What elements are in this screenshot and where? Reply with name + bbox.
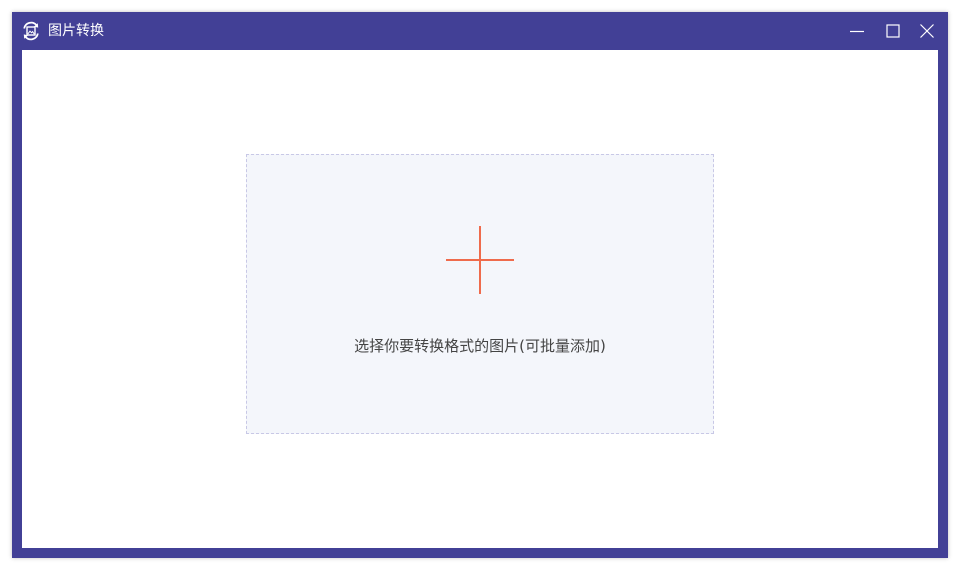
app-window: 图片转换 选择你要转换格式的图片(可批量添加)	[12, 12, 948, 558]
image-convert-icon	[21, 21, 41, 41]
close-button[interactable]	[916, 20, 938, 42]
maximize-button[interactable]	[882, 20, 904, 42]
main-content: 选择你要转换格式的图片(可批量添加)	[22, 50, 938, 548]
minimize-button[interactable]	[846, 20, 868, 42]
maximize-icon	[886, 24, 900, 38]
close-icon	[920, 24, 934, 38]
title-bar[interactable]: 图片转换	[12, 12, 948, 50]
add-images-dropzone[interactable]: 选择你要转换格式的图片(可批量添加)	[246, 154, 714, 434]
minimize-icon	[850, 30, 864, 33]
dropzone-label: 选择你要转换格式的图片(可批量添加)	[354, 337, 606, 355]
window-title: 图片转换	[48, 23, 104, 39]
plus-icon	[446, 226, 514, 294]
